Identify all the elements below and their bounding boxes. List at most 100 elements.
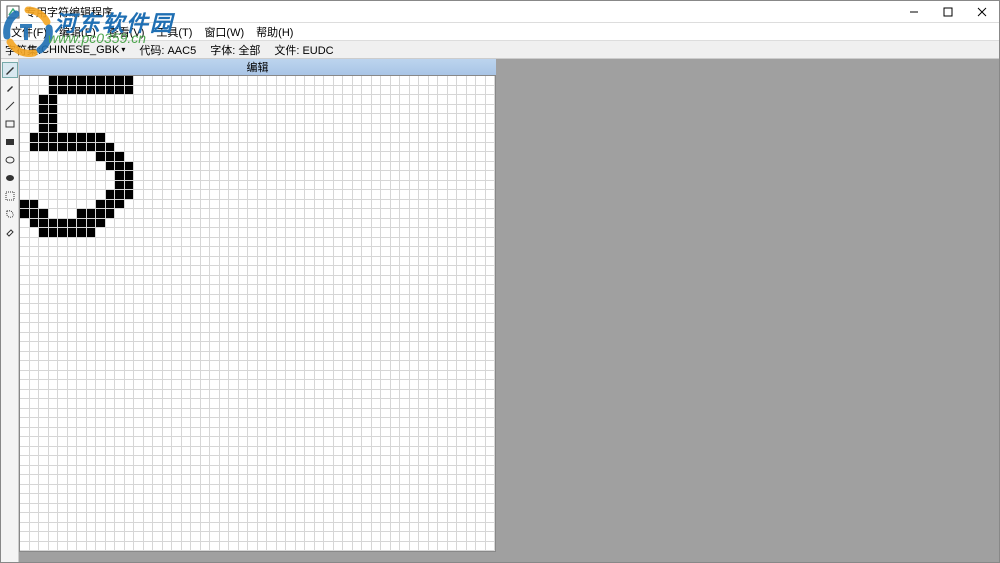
pixel-cell[interactable] <box>429 114 439 124</box>
pixel-cell[interactable] <box>429 171 439 181</box>
pixel-cell[interactable] <box>429 200 439 210</box>
pixel-cell[interactable] <box>315 437 325 447</box>
pixel-cell[interactable] <box>125 133 135 143</box>
pixel-cell[interactable] <box>438 361 448 371</box>
pixel-cell[interactable] <box>58 466 68 476</box>
pixel-cell[interactable] <box>144 399 154 409</box>
pixel-cell[interactable] <box>220 523 230 533</box>
pixel-cell[interactable] <box>400 181 410 191</box>
pixel-cell[interactable] <box>448 114 458 124</box>
pixel-cell[interactable] <box>182 447 192 457</box>
pixel-cell[interactable] <box>30 504 40 514</box>
pixel-cell[interactable] <box>277 295 287 305</box>
pixel-cell[interactable] <box>400 456 410 466</box>
pixel-cell[interactable] <box>134 447 144 457</box>
pixel-cell[interactable] <box>172 494 182 504</box>
pixel-cell[interactable] <box>125 114 135 124</box>
pixel-cell[interactable] <box>476 323 486 333</box>
pixel-cell[interactable] <box>210 513 220 523</box>
pixel-cell[interactable] <box>400 504 410 514</box>
pixel-cell[interactable] <box>286 475 296 485</box>
pixel-cell[interactable] <box>343 124 353 134</box>
pixel-cell[interactable] <box>182 295 192 305</box>
pixel-cell[interactable] <box>210 494 220 504</box>
pixel-cell[interactable] <box>58 428 68 438</box>
pixel-cell[interactable] <box>153 181 163 191</box>
pixel-cell[interactable] <box>49 76 59 86</box>
pixel-cell[interactable] <box>58 181 68 191</box>
pixel-cell[interactable] <box>381 276 391 286</box>
pixel-cell[interactable] <box>134 390 144 400</box>
pixel-cell[interactable] <box>410 238 420 248</box>
pixel-cell[interactable] <box>87 466 97 476</box>
pixel-cell[interactable] <box>182 304 192 314</box>
pixel-cell[interactable] <box>58 238 68 248</box>
pixel-cell[interactable] <box>305 190 315 200</box>
pixel-cell[interactable] <box>58 542 68 552</box>
pixel-cell[interactable] <box>486 200 496 210</box>
pixel-cell[interactable] <box>125 238 135 248</box>
pixel-cell[interactable] <box>144 342 154 352</box>
pixel-cell[interactable] <box>400 333 410 343</box>
pixel-cell[interactable] <box>334 352 344 362</box>
pixel-cell[interactable] <box>286 494 296 504</box>
pixel-cell[interactable] <box>296 228 306 238</box>
pixel-cell[interactable] <box>144 114 154 124</box>
pixel-cell[interactable] <box>410 456 420 466</box>
pixel-cell[interactable] <box>125 257 135 267</box>
pixel-cell[interactable] <box>229 523 239 533</box>
pixel-cell[interactable] <box>476 276 486 286</box>
pixel-cell[interactable] <box>191 266 201 276</box>
pixel-cell[interactable] <box>457 209 467 219</box>
pixel-cell[interactable] <box>153 447 163 457</box>
pixel-cell[interactable] <box>191 228 201 238</box>
pixel-cell[interactable] <box>419 418 429 428</box>
pixel-cell[interactable] <box>182 285 192 295</box>
pixel-cell[interactable] <box>372 542 382 552</box>
pixel-cell[interactable] <box>229 513 239 523</box>
pixel-cell[interactable] <box>258 247 268 257</box>
pixel-cell[interactable] <box>30 523 40 533</box>
pixel-cell[interactable] <box>68 133 78 143</box>
pixel-cell[interactable] <box>296 219 306 229</box>
pixel-cell[interactable] <box>153 95 163 105</box>
pixel-cell[interactable] <box>144 266 154 276</box>
pixel-cell[interactable] <box>467 371 477 381</box>
pixel-cell[interactable] <box>410 95 420 105</box>
pixel-cell[interactable] <box>448 238 458 248</box>
pixel-cell[interactable] <box>372 238 382 248</box>
tool-select-rect[interactable] <box>2 188 18 204</box>
pixel-cell[interactable] <box>267 304 277 314</box>
pixel-cell[interactable] <box>68 371 78 381</box>
pixel-cell[interactable] <box>49 418 59 428</box>
pixel-cell[interactable] <box>153 190 163 200</box>
pixel-cell[interactable] <box>438 247 448 257</box>
pixel-cell[interactable] <box>286 504 296 514</box>
pixel-cell[interactable] <box>39 390 49 400</box>
pixel-cell[interactable] <box>87 105 97 115</box>
pixel-cell[interactable] <box>305 513 315 523</box>
pixel-cell[interactable] <box>362 380 372 390</box>
pixel-cell[interactable] <box>125 152 135 162</box>
pixel-cell[interactable] <box>419 513 429 523</box>
pixel-cell[interactable] <box>229 323 239 333</box>
pixel-cell[interactable] <box>372 523 382 533</box>
pixel-cell[interactable] <box>49 133 59 143</box>
pixel-cell[interactable] <box>248 428 258 438</box>
pixel-cell[interactable] <box>334 437 344 447</box>
pixel-cell[interactable] <box>372 219 382 229</box>
pixel-cell[interactable] <box>191 437 201 447</box>
pixel-cell[interactable] <box>144 276 154 286</box>
pixel-cell[interactable] <box>153 428 163 438</box>
pixel-cell[interactable] <box>210 238 220 248</box>
pixel-cell[interactable] <box>106 219 116 229</box>
pixel-cell[interactable] <box>486 333 496 343</box>
pixel-cell[interactable] <box>68 418 78 428</box>
pixel-cell[interactable] <box>153 133 163 143</box>
pixel-cell[interactable] <box>125 399 135 409</box>
pixel-cell[interactable] <box>115 456 125 466</box>
pixel-cell[interactable] <box>315 523 325 533</box>
pixel-cell[interactable] <box>467 314 477 324</box>
pixel-cell[interactable] <box>438 228 448 238</box>
pixel-cell[interactable] <box>296 295 306 305</box>
